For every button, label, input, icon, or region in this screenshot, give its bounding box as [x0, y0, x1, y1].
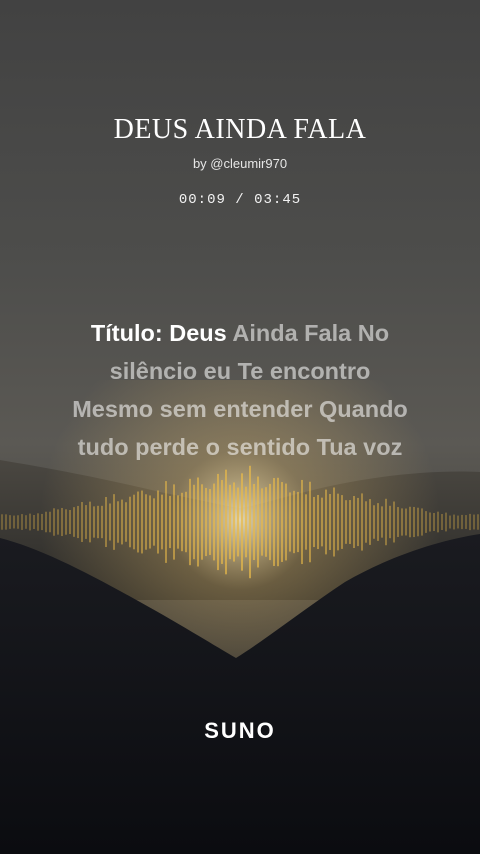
- lyric-active-word: Título: Deus: [90, 320, 227, 346]
- playback-time: 00:09 / 03:45: [0, 192, 480, 208]
- lyric-line-rest: Ainda Fala No: [232, 320, 390, 346]
- song-author: by @cleumir970: [192, 156, 288, 171]
- lyrics-panel: Título: Deus Ainda Fala No silêncio eu T…: [30, 314, 450, 466]
- player-screen: DEUS AINDA FALA by @cleumir970 00:09 / 0…: [0, 0, 480, 854]
- current-time: 00:09: [178, 192, 226, 208]
- lyric-line: Mesmo sem entender Quando: [72, 396, 408, 422]
- total-time: 03:45: [254, 192, 302, 208]
- lyric-line: tudo perde o sentido Tua voz: [77, 434, 403, 460]
- song-title: DEUS AINDA FALA: [113, 114, 367, 145]
- suno-logo: SUNO: [204, 718, 276, 743]
- lyric-line: silêncio eu Te encontro: [109, 358, 371, 384]
- lyric-line: Título: Deus Ainda Fala No: [30, 314, 450, 352]
- time-separator: /: [235, 192, 245, 208]
